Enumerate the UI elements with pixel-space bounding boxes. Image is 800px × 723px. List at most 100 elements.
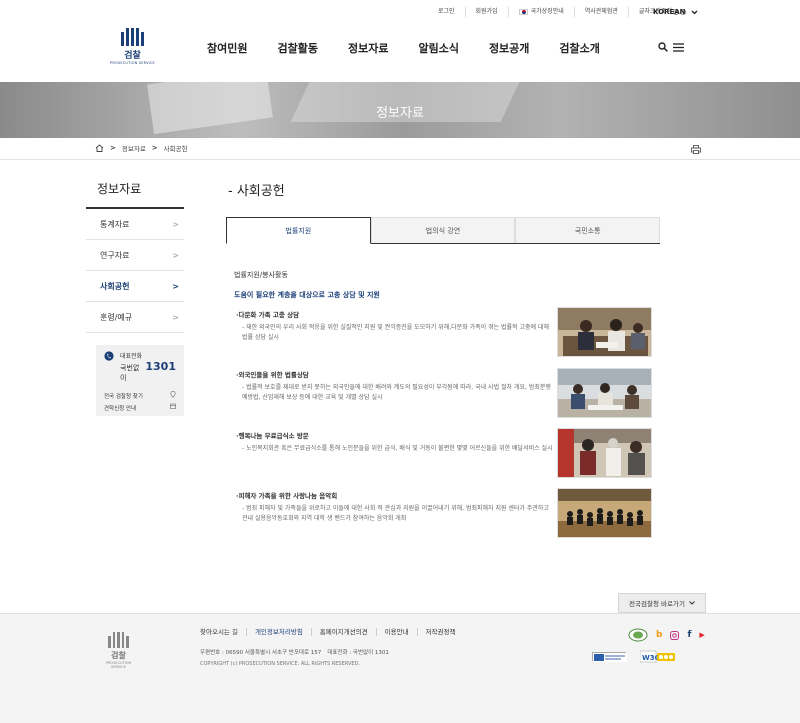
entry-concert: ·피해자 가족을 위한 사랑나눔 음악회 - 범죄 피해자 및 가족들을 위로하… — [236, 490, 554, 524]
footer-link-privacy[interactable]: 개인정보처리방침 — [245, 628, 311, 636]
entry-heading: ·다문화 가족 고충 상담 — [236, 311, 300, 319]
chevron-down-icon — [691, 10, 697, 14]
logo-name: 검찰 — [124, 51, 141, 61]
entry-multicultural: ·다문화 가족 고충 상담 - 재한 외국인의 우리 사회 적응을 위한 실질적… — [236, 309, 554, 343]
blog-icon[interactable]: b — [656, 630, 662, 640]
tour-guide-link[interactable]: 견학신청 안내 — [104, 403, 176, 415]
gnb-item-activity[interactable]: 검찰활동 — [277, 40, 317, 56]
korean-flag-icon — [518, 8, 528, 15]
breadcrumb-separator: > — [151, 144, 158, 152]
find-office-link[interactable]: 전국 검찰청 찾기 — [104, 391, 176, 403]
chevron-right-icon: > — [172, 281, 179, 291]
w3c-badge-icon: W3C — [639, 649, 678, 663]
certification-badge-icon — [628, 628, 648, 642]
history-hall-link[interactable]: 역사관체험관 — [575, 7, 629, 17]
global-nav: 참여민원 검찰활동 정보자료 알림소식 정보공개 검찰소개 — [207, 40, 630, 56]
footer-phone-text: 대표전화 : 국번없이 1301 — [327, 650, 389, 656]
entry-desc: - 법률적 보호를 제대로 받지 못하는 외국인들에 대한 배려와 계도의 필요… — [242, 384, 551, 401]
entry-heading: ·행복나눔 무료급식소 방문 — [236, 432, 309, 440]
sns-links: b f ▶ — [628, 628, 705, 642]
gnb-item-about[interactable]: 검찰소개 — [559, 40, 599, 56]
footer-link-feedback[interactable]: 홈페이지개선의견 — [310, 628, 376, 636]
footer-link-guide[interactable]: 이용안내 — [375, 628, 417, 636]
print-icon[interactable] — [691, 145, 701, 154]
login-link[interactable]: 로그인 — [428, 7, 466, 17]
quick-link-label: 전국검찰청 바로가기 — [629, 600, 685, 608]
site-logo[interactable]: 검찰 PROSECUTION SERVICE — [110, 28, 155, 65]
footer-address-text: 우편번호 : 06590 서울특별시 서초구 반포대로 157 — [200, 650, 322, 656]
chevron-right-icon: > — [172, 312, 179, 322]
entry-desc: - 노인복지회관 혹은 무료급식소를 통해 노인분들을 위한 급식, 배식 및 … — [242, 445, 553, 452]
gnb-item-info[interactable]: 정보자료 — [348, 40, 388, 56]
logo-subtitle: PROSECUTION SERVICE — [110, 61, 155, 65]
content-tabs: 법률지원 법의식 강연 국민소통 — [226, 217, 661, 244]
footer-address: 우편번호 : 06590 서울특별시 서초구 반포대로 157 대표전화 : 국… — [200, 648, 389, 656]
instagram-icon[interactable] — [670, 630, 680, 640]
banner-title: 정보자료 — [376, 106, 424, 121]
facebook-icon[interactable]: f — [687, 630, 691, 640]
breadcrumb-item[interactable]: 정보자료 — [122, 143, 146, 153]
contact-number: 국번없이 1301 — [120, 360, 176, 382]
footer-logo-subtitle: PROSECUTION SERVICE — [105, 661, 132, 669]
section-subtitle: 도움이 필요한 계층을 대상으로 고충 상담 및 지원 — [234, 291, 380, 299]
tab-public-communication[interactable]: 국민소통 — [515, 217, 661, 243]
entry-heading: ·외국인들을 위한 법률상담 — [236, 371, 309, 379]
local-nav: 통계자료 > 연구자료 > 사회공헌 > 훈령/예규 > — [86, 207, 184, 333]
chevron-right-icon: > — [172, 219, 179, 229]
entry-foreigners: ·외국인들을 위한 법률상담 - 법률적 보호를 제대로 받지 못하는 외국인들… — [236, 369, 554, 403]
language-label: KOREAN — [653, 8, 686, 16]
menu-icon[interactable] — [673, 43, 684, 52]
entry-desc: - 재한 외국인의 우리 사회 적응을 위한 실질적인 지원 및 권익증진을 도… — [242, 324, 549, 341]
footer-emblem-icon — [101, 632, 136, 648]
breadcrumb-divider — [0, 159, 800, 160]
breadcrumb: > 정보자료 > 사회공헌 — [95, 143, 188, 153]
lnb-item-label: 사회공헌 — [100, 281, 130, 291]
lnb-item-research[interactable]: 연구자료 > — [86, 240, 184, 271]
lnb-title: 정보자료 — [97, 182, 142, 196]
tab-law-lecture[interactable]: 법의식 강연 — [370, 217, 516, 243]
chevron-down-icon — [689, 601, 695, 605]
gnb-item-disclosure[interactable]: 정보공개 — [489, 40, 529, 56]
lnb-item-social-contribution[interactable]: 사회공헌 > — [86, 271, 184, 302]
web-accessibility-badge-icon — [592, 652, 627, 662]
footer-copyright: COPYRIGHT (c) PROSECUTION SERVICE. ALL R… — [200, 661, 360, 667]
contact-box: 대표전화 국번없이 1301 전국 검찰청 찾기 견학신청 안내 — [96, 345, 184, 416]
lnb-item-statistics[interactable]: 통계자료 > — [86, 209, 184, 240]
gnb-item-civil[interactable]: 참여민원 — [207, 40, 247, 56]
tab-legal-support[interactable]: 법률지원 — [226, 217, 371, 244]
location-pin-icon — [170, 391, 176, 398]
lnb-item-label: 통계자료 — [100, 219, 130, 229]
logo-emblem-icon — [110, 28, 155, 46]
footer-links: 찾아오시는 길 개인정보처리방침 홈페이지개선의견 이용안내 저작권정책 — [200, 628, 463, 636]
search-icon[interactable] — [658, 42, 668, 52]
lnb-item-label: 훈령/예규 — [100, 312, 133, 322]
calendar-icon — [170, 403, 176, 409]
page-title: - 사회공헌 — [228, 184, 285, 199]
footer-logo: 검찰 PROSECUTION SERVICE — [101, 632, 136, 669]
entry-heading: ·피해자 가족을 위한 사랑나눔 음악회 — [236, 492, 338, 500]
home-icon[interactable] — [95, 144, 104, 152]
photo-foreigners — [557, 368, 652, 418]
footer-link-copyright[interactable]: 저작권정책 — [416, 628, 464, 636]
entry-desc: - 범죄 피해자 및 가족들을 위로하고 이들에 대한 사회 적 관심과 지원을… — [242, 505, 549, 522]
footer-link-directions[interactable]: 찾아오시는 길 — [200, 628, 246, 636]
breadcrumb-item-current: 사회공헌 — [163, 145, 188, 153]
gnb-item-news[interactable]: 알림소식 — [418, 40, 458, 56]
youtube-icon[interactable]: ▶ — [699, 631, 704, 639]
photo-free-meal — [557, 428, 652, 478]
quick-link-dropdown[interactable]: 전국검찰청 바로가기 — [618, 593, 706, 613]
page-banner: 정보자료 — [0, 82, 800, 138]
contact-label: 대표전화 — [120, 353, 143, 360]
lnb-item-regulations[interactable]: 훈령/예규 > — [86, 302, 184, 333]
lnb-item-label: 연구자료 — [100, 250, 130, 260]
national-symbol-link[interactable]: 국가상징안내 — [509, 7, 575, 17]
signup-link[interactable]: 회원가입 — [466, 7, 509, 17]
section-title: 법률지원/봉사활동 — [234, 271, 288, 279]
language-select[interactable]: KOREAN — [653, 4, 698, 20]
footer-logo-name: 검찰 — [111, 651, 126, 660]
entry-free-meal: ·행복나눔 무료급식소 방문 - 노인복지회관 혹은 무료급식소를 통해 노인분… — [236, 430, 554, 454]
photo-concert — [557, 488, 652, 538]
phone-icon — [104, 351, 114, 361]
breadcrumb-separator: > — [110, 144, 116, 152]
chevron-right-icon: > — [172, 250, 179, 260]
